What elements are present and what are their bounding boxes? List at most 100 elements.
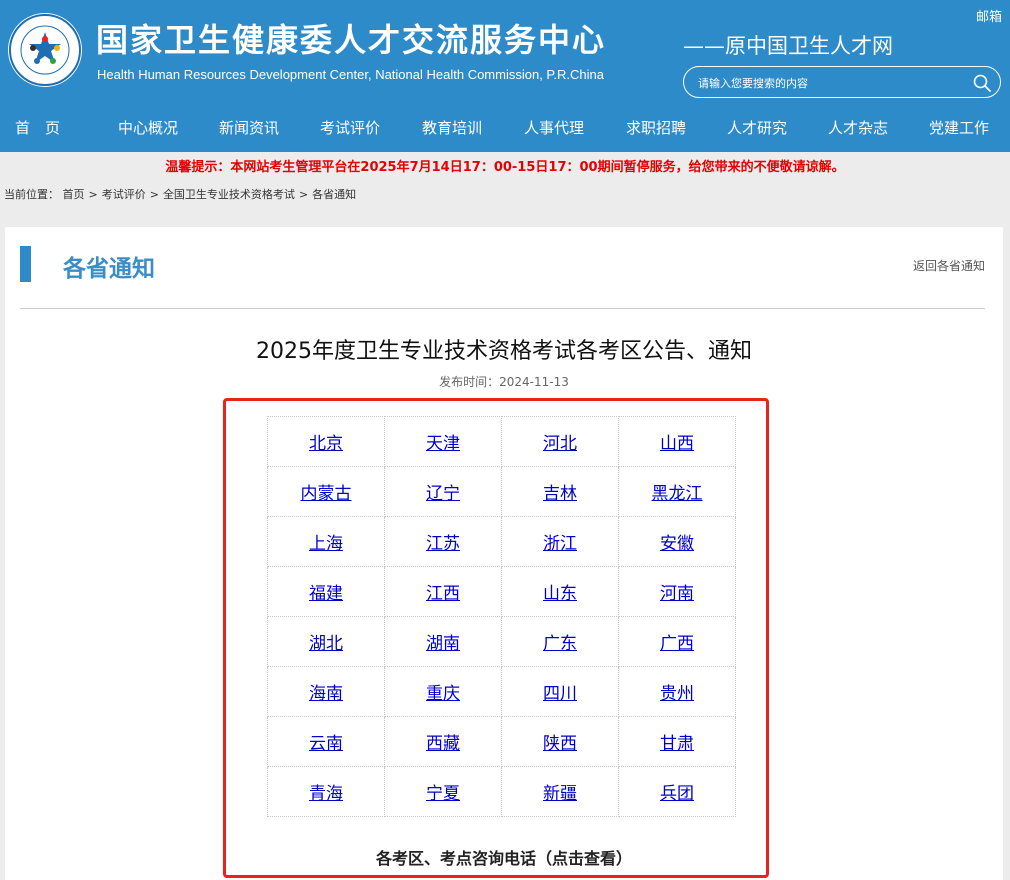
back-to-list-link[interactable]: 返回各省通知 bbox=[913, 257, 985, 274]
province-cell: 北京 bbox=[267, 416, 385, 467]
province-link[interactable]: 内蒙古 bbox=[301, 484, 352, 504]
province-cell: 江西 bbox=[384, 566, 502, 617]
province-link[interactable]: 山西 bbox=[660, 434, 694, 454]
hotline-link[interactable]: 各考区、考点咨询电话（点击查看） bbox=[5, 845, 1003, 869]
province-cell: 浙江 bbox=[501, 516, 619, 567]
province-link[interactable]: 兵团 bbox=[660, 784, 694, 804]
province-link[interactable]: 上海 bbox=[309, 534, 343, 554]
province-cell: 西藏 bbox=[384, 716, 502, 767]
nav-item-home[interactable]: 首 页 bbox=[15, 117, 60, 138]
breadcrumb-prefix: 当前位置： bbox=[4, 188, 59, 201]
province-row: 福建 江西 山东 河南 bbox=[267, 566, 736, 617]
nav-item-recruitment[interactable]: 求职招聘 bbox=[626, 117, 686, 138]
breadcrumb-item-exams[interactable]: 考试评价 bbox=[102, 188, 146, 201]
province-cell: 湖南 bbox=[384, 616, 502, 667]
province-cell: 江苏 bbox=[384, 516, 502, 567]
province-link[interactable]: 陕西 bbox=[543, 734, 577, 754]
search-icon[interactable] bbox=[972, 73, 992, 93]
article-title: 2025年度卫生专业技术资格考试各考区公告、通知 bbox=[256, 339, 752, 364]
province-cell: 广西 bbox=[618, 616, 736, 667]
breadcrumb-item-current: 各省通知 bbox=[312, 188, 357, 201]
province-cell: 吉林 bbox=[501, 466, 619, 517]
site-slogan: ——原中国卫生人才网 bbox=[683, 34, 893, 58]
province-cell: 山东 bbox=[501, 566, 619, 617]
province-link[interactable]: 重庆 bbox=[426, 684, 460, 704]
section-accent-bar bbox=[20, 246, 31, 282]
province-link[interactable]: 广西 bbox=[660, 634, 694, 654]
province-link-table: 北京 天津 河北 山西内蒙古 辽宁 吉林 黑龙江上海 江苏 浙江 安徽福建 江西 山东 河南湖北 湖南 广东… bbox=[267, 416, 736, 817]
province-row: 湖北 湖南 广东 广西 bbox=[267, 616, 736, 667]
province-link[interactable]: 湖北 bbox=[309, 634, 343, 654]
nav-item-overview[interactable]: 中心概况 bbox=[118, 117, 178, 138]
province-link[interactable]: 新疆 bbox=[543, 784, 577, 804]
site-header: 国家卫生健康委人才交流服务中心 Health Human Resources D… bbox=[0, 0, 1010, 152]
province-cell: 辽宁 bbox=[384, 466, 502, 517]
province-cell: 青海 bbox=[267, 766, 385, 817]
section-title: 各省通知 bbox=[63, 256, 155, 282]
province-link[interactable]: 四川 bbox=[543, 684, 577, 704]
province-link[interactable]: 江苏 bbox=[426, 534, 460, 554]
nav-item-news[interactable]: 新闻资讯 bbox=[219, 117, 279, 138]
maintenance-notice: 温馨提示：本网站考生管理平台在2025年7月14日17：00-15日17：00期… bbox=[165, 160, 845, 175]
province-row: 海南 重庆 四川 贵州 bbox=[267, 666, 736, 717]
province-link[interactable]: 天津 bbox=[426, 434, 460, 454]
search-input[interactable] bbox=[696, 72, 970, 94]
breadcrumb: 当前位置： 首页 > 考试评价 > 全国卫生专业技术资格考试 > 各省通知 bbox=[4, 188, 357, 201]
content-panel: 各省通知 返回各省通知 2025年度卫生专业技术资格考试各考区公告、通知 发布时… bbox=[5, 227, 1003, 880]
province-link[interactable]: 湖南 bbox=[426, 634, 460, 654]
province-cell: 兵团 bbox=[618, 766, 736, 817]
province-link[interactable]: 浙江 bbox=[543, 534, 577, 554]
province-row: 北京 天津 河北 山西 bbox=[267, 416, 736, 467]
center-logo-icon[interactable] bbox=[8, 13, 82, 87]
province-link[interactable]: 山东 bbox=[543, 584, 577, 604]
province-link[interactable]: 黑龙江 bbox=[652, 484, 703, 504]
province-link[interactable]: 云南 bbox=[309, 734, 343, 754]
nav-item-training[interactable]: 教育培训 bbox=[422, 117, 482, 138]
province-row: 上海 江苏 浙江 安徽 bbox=[267, 516, 736, 567]
province-cell: 山西 bbox=[618, 416, 736, 467]
province-cell: 海南 bbox=[267, 666, 385, 717]
province-cell: 内蒙古 bbox=[267, 466, 385, 517]
province-cell: 福建 bbox=[267, 566, 385, 617]
province-cell: 安徽 bbox=[618, 516, 736, 567]
province-link[interactable]: 福建 bbox=[309, 584, 343, 604]
province-link[interactable]: 河北 bbox=[543, 434, 577, 454]
province-link[interactable]: 北京 bbox=[309, 434, 343, 454]
province-row: 云南 西藏 陕西 甘肃 bbox=[267, 716, 736, 767]
province-cell: 陕西 bbox=[501, 716, 619, 767]
province-cell: 天津 bbox=[384, 416, 502, 467]
province-link[interactable]: 海南 bbox=[309, 684, 343, 704]
province-link[interactable]: 宁夏 bbox=[426, 784, 460, 804]
province-cell: 贵州 bbox=[618, 666, 736, 717]
main-nav: 首 页 中心概况 新闻资讯 考试评价 教育培训 人事代理 求职招聘 人才研究 人… bbox=[0, 107, 1010, 149]
province-cell: 重庆 bbox=[384, 666, 502, 717]
province-link[interactable]: 河南 bbox=[660, 584, 694, 604]
province-link[interactable]: 贵州 bbox=[660, 684, 694, 704]
province-row: 内蒙古 辽宁 吉林 黑龙江 bbox=[267, 466, 736, 517]
province-cell: 广东 bbox=[501, 616, 619, 667]
province-link[interactable]: 西藏 bbox=[426, 734, 460, 754]
breadcrumb-item-home[interactable]: 首页 bbox=[63, 188, 85, 201]
province-link[interactable]: 广东 bbox=[543, 634, 577, 654]
province-cell: 河南 bbox=[618, 566, 736, 617]
province-cell: 湖北 bbox=[267, 616, 385, 667]
province-cell: 宁夏 bbox=[384, 766, 502, 817]
province-link[interactable]: 青海 bbox=[309, 784, 343, 804]
nav-item-research[interactable]: 人才研究 bbox=[727, 117, 787, 138]
province-cell: 河北 bbox=[501, 416, 619, 467]
province-link[interactable]: 辽宁 bbox=[426, 484, 460, 504]
nav-item-party-building[interactable]: 党建工作 bbox=[929, 117, 989, 138]
province-cell: 云南 bbox=[267, 716, 385, 767]
mail-link[interactable]: 邮箱 bbox=[976, 6, 1002, 25]
nav-item-personnel-agency[interactable]: 人事代理 bbox=[524, 117, 584, 138]
province-cell: 黑龙江 bbox=[618, 466, 736, 517]
province-link[interactable]: 甘肃 bbox=[660, 734, 694, 754]
nav-item-magazine[interactable]: 人才杂志 bbox=[828, 117, 888, 138]
breadcrumb-item-qualification-exam[interactable]: 全国卫生专业技术资格考试 bbox=[163, 188, 295, 201]
nav-item-exams[interactable]: 考试评价 bbox=[320, 117, 380, 138]
province-cell: 四川 bbox=[501, 666, 619, 717]
province-cell: 甘肃 bbox=[618, 716, 736, 767]
province-link[interactable]: 江西 bbox=[426, 584, 460, 604]
province-link[interactable]: 安徽 bbox=[660, 534, 694, 554]
province-link[interactable]: 吉林 bbox=[543, 484, 577, 504]
